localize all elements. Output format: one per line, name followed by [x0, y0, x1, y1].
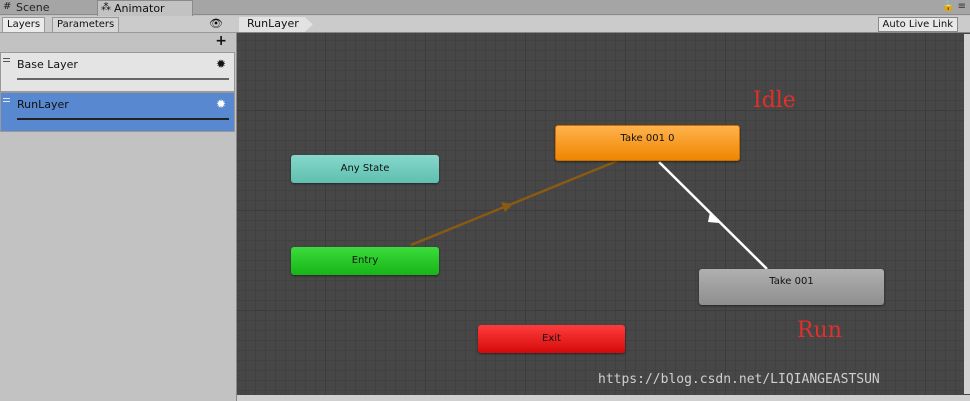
layer-weight-bar — [17, 118, 229, 120]
layer-name: RunLayer — [17, 98, 69, 111]
breadcrumb[interactable]: RunLayer — [239, 17, 313, 32]
state-entry[interactable]: Entry — [291, 247, 439, 275]
gear-icon[interactable]: ✹ — [216, 57, 226, 71]
layer-name: Base Layer — [17, 58, 78, 71]
tab-animator-label: Animator — [114, 2, 165, 15]
panel-tabs: Layers Parameters 👁 — [0, 16, 237, 33]
vertical-scrollbar[interactable] — [964, 34, 970, 394]
add-layer-button[interactable]: + — [215, 33, 227, 49]
annotation-run: Run — [797, 318, 842, 343]
layer-item-base-layer[interactable]: Base Layer ✹ — [0, 52, 235, 92]
animator-graph[interactable]: RunLayer Auto Live Link Any State Entry … — [237, 16, 970, 401]
state-any-state[interactable]: Any State — [291, 155, 439, 183]
layer-item-runlayer[interactable]: RunLayer ✹ — [0, 92, 235, 132]
tab-animator[interactable]: ⁂ Animator — [97, 0, 193, 16]
tab-layers[interactable]: Layers — [2, 17, 46, 32]
eye-icon[interactable]: 👁 — [209, 17, 223, 30]
auto-live-link-button[interactable]: Auto Live Link — [877, 17, 958, 32]
window-tab-strip: # Scene ⁂ Animator 🔒 ≡ — [0, 0, 970, 16]
watermark: https://blog.csdn.net/LIQIANGEASTSUN — [598, 372, 880, 387]
drag-handle-icon[interactable] — [3, 58, 10, 62]
tab-parameters[interactable]: Parameters — [52, 17, 120, 32]
state-exit[interactable]: Exit — [478, 325, 625, 353]
state-take-001[interactable]: Take 001 — [699, 269, 884, 305]
horizontal-scrollbar[interactable] — [237, 395, 970, 401]
animator-icon: ⁂ — [101, 2, 111, 13]
gear-icon[interactable]: ✹ — [216, 97, 226, 111]
transition-take-001-0-to-take-001[interactable] — [658, 161, 768, 270]
graph-toolbar: RunLayer Auto Live Link — [237, 16, 970, 33]
transition-entry-to-take-001-0[interactable] — [410, 159, 618, 247]
state-take-001-0[interactable]: Take 001 0 — [555, 125, 740, 161]
layers-panel: Layers Parameters 👁 + Base Layer ✹ RunLa… — [0, 16, 237, 401]
layer-weight-bar — [17, 78, 229, 80]
tab-scene[interactable]: # Scene — [0, 0, 96, 15]
tab-scene-label: Scene — [16, 1, 50, 14]
grid-icon: # — [3, 1, 12, 12]
layers-toolbar: + — [0, 33, 237, 50]
window-menu-icon[interactable]: 🔒 ≡ — [942, 1, 966, 12]
annotation-idle: Idle — [753, 88, 796, 113]
drag-handle-icon[interactable] — [3, 98, 10, 102]
